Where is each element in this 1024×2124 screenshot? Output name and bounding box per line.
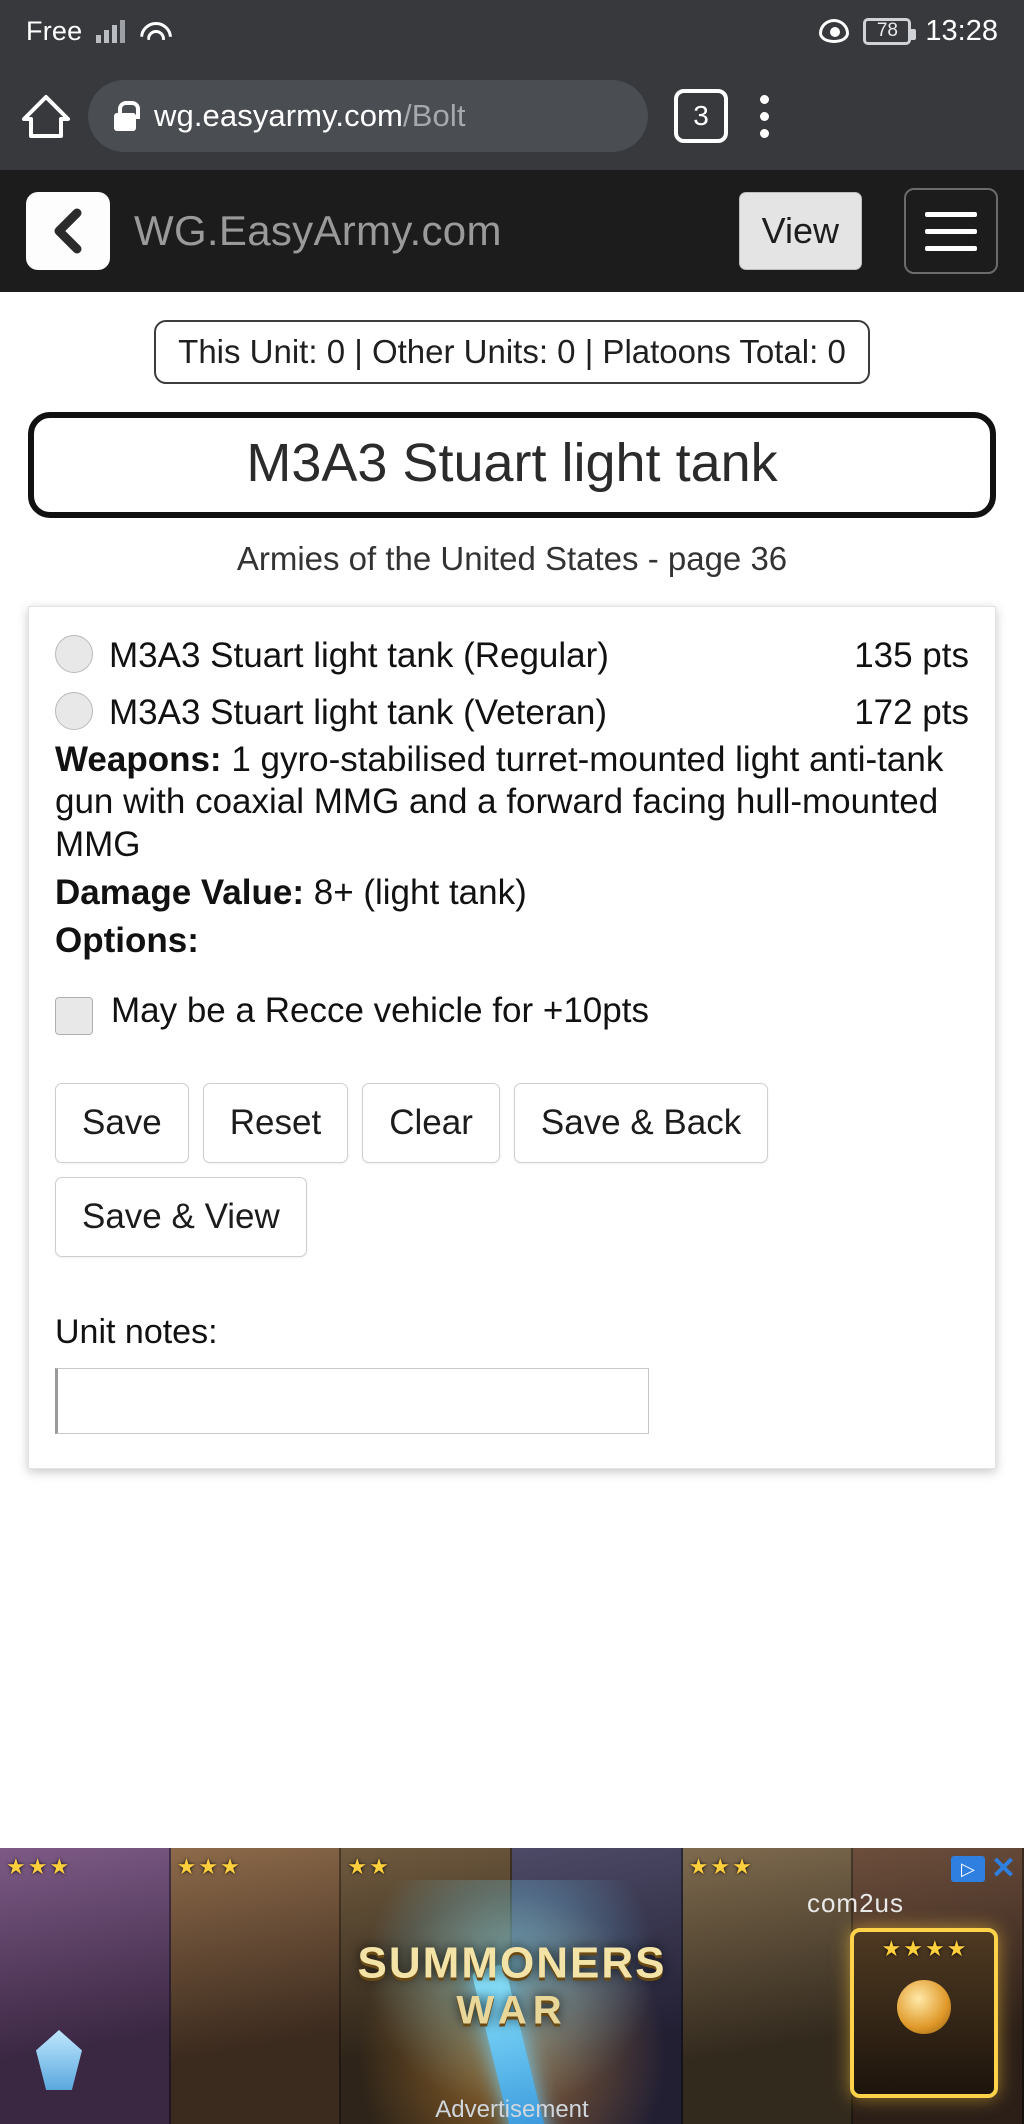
star-icon: ★ — [176, 1854, 197, 1879]
clear-button[interactable]: Clear — [362, 1082, 500, 1163]
unit-title-row: M3A3 Stuart light tank — [0, 384, 1024, 518]
unit-notes-label: Unit notes: — [55, 1312, 218, 1351]
recce-checkbox[interactable] — [55, 996, 93, 1035]
lock-icon — [114, 101, 140, 131]
ad-title-top: SUMMONERS — [357, 1938, 667, 1988]
points-counter-row: This Unit: 0 | Other Units: 0 | Platoons… — [0, 320, 1024, 384]
ad-disclosure-text: Advertisement — [435, 2096, 589, 2123]
unit-option-row[interactable]: M3A3 Stuart light tank (Regular) 135 pts — [55, 629, 969, 676]
site-title: WG.EasyArmy.com — [134, 207, 502, 254]
recce-label: May be a Recce vehicle for +10pts — [111, 991, 649, 1031]
star-icon: ★ — [881, 1936, 902, 1961]
unit-card-wrapper: M3A3 Stuart light tank (Regular) 135 pts… — [0, 578, 1024, 1469]
points-counter: This Unit: 0 | Other Units: 0 | Platoons… — [154, 320, 870, 384]
site-header: WG.EasyArmy.com View — [0, 170, 1024, 292]
ad-tile-stars: ★ ★ — [347, 1856, 388, 1878]
browser-toolbar: wg.easyarmy.com/Bolt 3 — [0, 62, 1024, 170]
save-button[interactable]: Save — [55, 1082, 189, 1163]
url-bar[interactable]: wg.easyarmy.com/Bolt — [88, 80, 648, 152]
source-reference: Armies of the United States - page 36 — [236, 540, 788, 577]
star-icon: ★ — [710, 1854, 731, 1879]
ad-tile-stars: ★ ★ ★ — [689, 1856, 752, 1878]
url-text: wg.easyarmy.com/Bolt — [154, 98, 466, 134]
url-path: /Bolt — [403, 98, 466, 133]
star-icon: ★ — [6, 1854, 26, 1879]
save-and-view-button[interactable]: Save & View — [55, 1176, 307, 1257]
option-label-regular: M3A3 Stuart light tank (Regular) — [109, 636, 609, 675]
page-title: M3A3 Stuart light tank — [28, 412, 996, 518]
star-icon: ★ — [347, 1854, 368, 1879]
recce-suffix: vehicle for +10pts — [363, 990, 649, 1030]
damage-line: Damage Value: 8+ (light tank) — [55, 872, 969, 914]
browser-menu-icon[interactable] — [744, 94, 784, 138]
star-icon: ★ — [49, 1854, 70, 1879]
star-icon: ★ — [198, 1854, 219, 1879]
recce-keyword: Recce — [264, 990, 364, 1030]
star-icon: ★ — [688, 1854, 709, 1879]
wifi-icon — [139, 19, 167, 43]
star-icon: ★ — [946, 1936, 967, 1961]
ad-card-stars: ★ ★ ★ ★ — [882, 1938, 967, 1960]
ad-choices-controls[interactable]: ▷ ✕ — [950, 1854, 1016, 1884]
star-icon: ★ — [220, 1854, 240, 1879]
ad-monster-card: ★ ★ ★ ★ — [850, 1928, 998, 2098]
save-and-back-button[interactable]: Save & Back — [513, 1082, 769, 1163]
home-icon[interactable] — [20, 90, 72, 142]
android-status-bar: Free 78 13:28 — [0, 0, 1024, 62]
options-line: Options: — [55, 920, 969, 962]
ad-brand-label: com2us — [806, 1888, 904, 1918]
close-icon[interactable]: ✕ — [991, 1854, 1016, 1884]
ad-logo: SUMMONERS WAR — [252, 1939, 772, 2034]
star-icon: ★ — [732, 1854, 752, 1879]
tab-counter-button[interactable]: 3 — [674, 89, 728, 143]
star-icon: ★ — [925, 1936, 945, 1961]
action-button-row: Save Reset Clear Save & Back Save & View — [55, 1082, 969, 1257]
ad-tile-stars: ★ ★ ★ — [177, 1856, 240, 1878]
signal-strength-icon — [96, 19, 126, 43]
star-icon: ★ — [369, 1854, 389, 1879]
reset-button[interactable]: Reset — [202, 1082, 349, 1163]
battery-icon: 78 — [863, 17, 917, 45]
clock-label: 13:28 — [925, 14, 998, 47]
carrier-label: Free — [26, 15, 83, 46]
ad-tile-stars: ★ ★ ★ — [6, 1856, 69, 1878]
ad-title-bottom: WAR — [456, 1988, 568, 2033]
phone-screen: Free 78 13:28 wg.easyarmy.com/Bolt 3 WG.… — [0, 0, 1024, 2124]
weapons-label: Weapons: — [55, 740, 222, 779]
ad-banner[interactable]: ★ ★ ★ ★ ★ ★ ★ ★ ★ ★ ★ SUMMONERS WAR com2… — [0, 1848, 1024, 2124]
option-points-veteran: 172 pts — [854, 693, 969, 732]
options-label: Options: — [55, 921, 199, 961]
status-bar-left: Free — [26, 16, 167, 47]
page-content: This Unit: 0 | Other Units: 0 | Platoons… — [0, 292, 1024, 1529]
radio-regular[interactable] — [55, 635, 93, 673]
recce-prefix: May be a — [111, 990, 265, 1030]
adchoices-icon[interactable]: ▷ — [950, 1856, 985, 1882]
view-button[interactable]: View — [738, 192, 862, 270]
unit-notes-input[interactable] — [55, 1367, 649, 1434]
star-icon: ★ — [27, 1854, 48, 1879]
hamburger-menu-icon[interactable] — [904, 188, 998, 274]
status-bar-right: 78 13:28 — [819, 15, 998, 48]
ad-card-gem-icon — [897, 1979, 951, 2034]
unit-option-row[interactable]: M3A3 Stuart light tank (Veteran) 172 pts — [55, 686, 969, 733]
option-points-regular: 135 pts — [854, 636, 969, 675]
ad-tile: ★ ★ ★ — [0, 1848, 171, 2124]
recce-option-row[interactable]: May be a Recce vehicle for +10pts — [55, 991, 969, 1035]
url-host: wg.easyarmy.com — [154, 98, 403, 133]
damage-label: Damage Value: — [55, 873, 304, 913]
radio-veteran[interactable] — [55, 692, 93, 730]
damage-text: 8+ (light tank) — [304, 873, 527, 913]
unit-card: M3A3 Stuart light tank (Regular) 135 pts… — [28, 606, 996, 1469]
back-button[interactable] — [26, 192, 110, 270]
star-icon: ★ — [903, 1936, 923, 1961]
option-label-veteran: M3A3 Stuart light tank (Veteran) — [109, 693, 608, 732]
weapons-line: Weapons: 1 gyro-stabilised turret-mounte… — [55, 739, 969, 866]
eye-comfort-icon — [819, 19, 850, 43]
